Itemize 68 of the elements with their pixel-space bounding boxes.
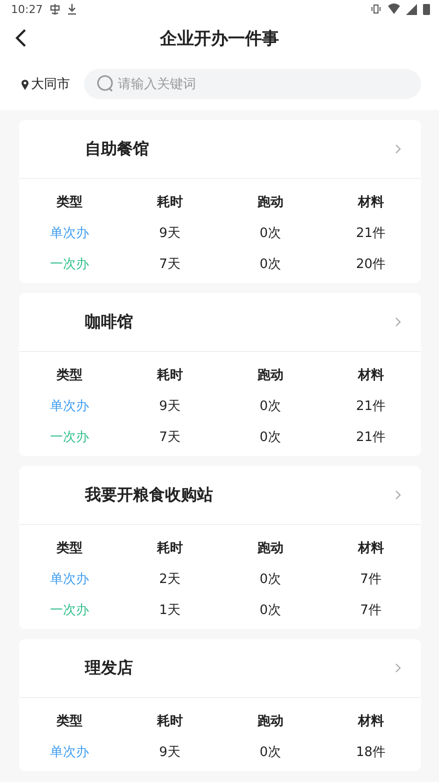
column-header: 跑动	[257, 366, 284, 384]
table-cell-text: 2天	[159, 570, 180, 588]
column-header: 材料	[358, 366, 384, 384]
column-header: 材料	[358, 540, 384, 556]
table-cell-text: 9天	[159, 398, 180, 414]
column-header: 类型	[56, 194, 82, 210]
location-pin-icon	[21, 78, 29, 90]
card-title: 我要开粮食收购站	[85, 484, 213, 506]
type-label: 单次办	[50, 744, 89, 760]
table-cell-text: 21件	[356, 398, 386, 414]
column-header: 跑动	[257, 540, 284, 556]
type-label: 单次办	[50, 224, 89, 242]
column-header: 耗时	[156, 194, 183, 210]
column-header: 类型	[56, 366, 82, 384]
type-label: 一次办	[50, 256, 89, 272]
column-header: 类型	[56, 712, 82, 730]
column-header: 跑动	[257, 712, 284, 730]
service-card[interactable]: 自助餐馆 类型 耗时 跑动 材料 单次办 9天 0次 21件 一次办 7天 0次 20件	[19, 120, 421, 283]
table-cell-text: 0次	[260, 256, 281, 272]
column-header: 材料	[358, 194, 384, 210]
chevron-right-icon	[395, 663, 401, 673]
column-header: 材料	[358, 712, 384, 730]
type-label: 一次办	[50, 602, 89, 618]
table-cell-text: 9天	[159, 744, 180, 760]
column-header: 类型	[56, 540, 82, 556]
table-cell-text: 0次	[260, 398, 281, 414]
column-header: 耗时	[156, 540, 183, 556]
type-label: 单次办	[50, 570, 89, 588]
status-time: 10:27	[11, 2, 43, 16]
signal-icon	[406, 4, 417, 14]
city-selector[interactable]: 大同市	[31, 75, 70, 93]
card-title: 咖啡馆	[85, 312, 133, 332]
card-title: 理发店	[85, 658, 133, 678]
column-header: 耗时	[156, 712, 183, 730]
vibrate-icon	[370, 3, 382, 15]
wifi-icon	[388, 3, 400, 15]
page-title: 企业开办一件事	[160, 28, 279, 50]
type-label: 一次办	[50, 428, 89, 446]
table-cell-text: 1天	[159, 602, 180, 618]
service-card[interactable]: 咖啡馆 类型 耗时 跑动 材料 单次办 9天 0次 21件 一次办 7天 0次 21件	[19, 293, 421, 456]
table-cell-text: 0次	[260, 602, 281, 618]
battery-icon	[423, 3, 430, 15]
column-header: 跑动	[257, 194, 284, 210]
download-icon	[66, 3, 77, 15]
search-field[interactable]: 请输入关键词	[84, 69, 421, 99]
back-icon[interactable]	[15, 28, 27, 48]
table-cell-text: 0次	[260, 744, 281, 760]
table-cell-text: 0次	[260, 428, 281, 446]
table-cell-text: 21件	[356, 428, 386, 446]
table-cell-text: 7天	[159, 256, 180, 272]
chevron-right-icon	[395, 144, 401, 154]
column-header: 耗时	[156, 366, 183, 384]
table-cell-text: 7件	[360, 602, 382, 618]
table-cell-text: 9天	[159, 224, 180, 242]
table-cell-text: 21件	[356, 224, 386, 242]
card-title: 自助餐馆	[85, 138, 149, 160]
table-cell-text: 7天	[159, 428, 180, 446]
table-cell-text: 0次	[260, 570, 281, 588]
table-cell-text: 0次	[260, 224, 281, 242]
service-card[interactable]: 理发店 类型 耗时 跑动 材料 单次办 9天 0次 18件	[19, 639, 421, 771]
table-cell-text: 7件	[360, 570, 382, 588]
type-label: 单次办	[50, 398, 89, 414]
search-icon	[96, 75, 114, 93]
table-cell-text: 18件	[356, 744, 386, 760]
table-cell-text: 20件	[356, 256, 386, 272]
chevron-right-icon	[395, 490, 401, 500]
service-card[interactable]: 我要开粮食收购站 类型 耗时 跑动 材料 单次办 2天 0次 7件 一次办 1天 0次 7件	[19, 466, 421, 629]
chevron-right-icon	[395, 317, 401, 327]
